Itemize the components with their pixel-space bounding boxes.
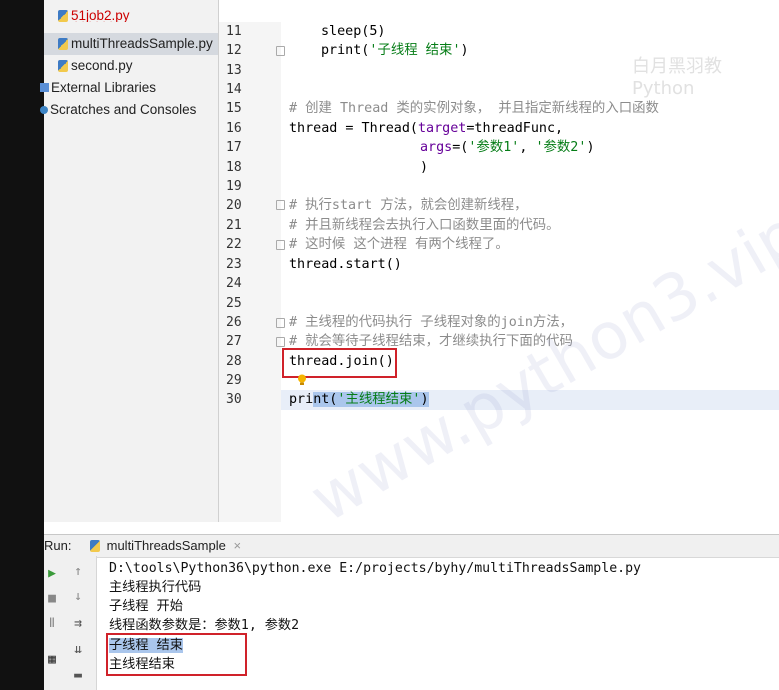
- console-line: 子线程 开始: [109, 599, 183, 614]
- fold-marker-icon[interactable]: [276, 200, 285, 210]
- tree-item-external-libraries[interactable]: External Libraries: [40, 77, 156, 99]
- line-number: 28: [226, 354, 242, 369]
- line-number: 19: [226, 179, 242, 194]
- scroll-up-icon[interactable]: ↑: [70, 564, 86, 579]
- project-tree: 51job2.py multiThreadsSample.py second.p…: [40, 0, 219, 522]
- watermark-top: 白月黑羽教Python: [632, 56, 722, 99]
- code-line-12: print('子线程 结束'): [321, 43, 469, 58]
- line-number: 18: [226, 160, 242, 175]
- run-toolbar: ▶ ↑ ■ ↓ Ⅱ ⇉ ▦ ⇊ ▬: [44, 556, 97, 690]
- line-number: 17: [226, 140, 242, 155]
- highlight-box-output: [106, 633, 247, 676]
- close-tab-icon[interactable]: ×: [233, 538, 241, 553]
- run-label: Run:: [44, 538, 72, 553]
- line-number: 30: [226, 392, 242, 407]
- line-number: 27: [226, 334, 242, 349]
- code-line-17: args=('参数1', '参数2'): [420, 140, 595, 155]
- console-line: D:\tools\Python36\python.exe E:/projects…: [109, 561, 641, 576]
- scroll-to-end-icon[interactable]: ⇊: [70, 642, 86, 657]
- code-line-18: ): [420, 160, 429, 175]
- fold-marker-icon[interactable]: [276, 337, 285, 347]
- stop-icon[interactable]: ■: [44, 591, 60, 606]
- code-line-23: thread.start(): [289, 257, 402, 272]
- code-line-21: # 并且新线程会去执行入口函数里面的代码。: [289, 218, 560, 233]
- line-number: 29: [226, 373, 242, 388]
- tree-item-51job2[interactable]: 51job2.py: [58, 10, 130, 22]
- code-line-11: sleep(5): [321, 24, 386, 39]
- python-file-icon: [90, 540, 100, 552]
- code-line-15: # 创建 Thread 类的实例对象， 并且指定新线程的入口函数: [289, 101, 659, 116]
- python-file-icon: [58, 60, 68, 72]
- line-number: 13: [226, 63, 242, 78]
- line-number: 15: [226, 101, 242, 116]
- fold-marker-icon[interactable]: [276, 240, 285, 250]
- code-line-30: print('主线程结束'): [289, 392, 429, 407]
- python-file-icon: [58, 10, 68, 22]
- code-line-26: # 主线程的代码执行 子线程对象的join方法，: [289, 315, 574, 330]
- library-icon: [40, 83, 49, 92]
- run-panel-header: Run: multiThreadsSample ×: [44, 534, 779, 558]
- scratch-icon: [40, 106, 48, 114]
- rerun-icon[interactable]: ▶: [44, 566, 60, 581]
- tree-item-scratches[interactable]: Scratches and Consoles: [40, 99, 196, 121]
- console-line: 主线程执行代码: [109, 580, 202, 595]
- line-number: 24: [226, 276, 242, 291]
- fold-marker-icon[interactable]: [276, 318, 285, 328]
- line-number: 26: [226, 315, 242, 330]
- scroll-down-icon[interactable]: ↓: [70, 589, 86, 604]
- line-number: 16: [226, 121, 242, 136]
- code-line-20: # 执行start 方法，就会创建新线程，: [289, 198, 528, 213]
- python-file-icon: [58, 38, 68, 50]
- line-number: 22: [226, 237, 242, 252]
- line-number: 12: [226, 43, 242, 58]
- pause-icon[interactable]: Ⅱ: [44, 616, 60, 631]
- line-number: 21: [226, 218, 242, 233]
- line-number: 14: [226, 82, 242, 97]
- line-number: 11: [226, 24, 242, 39]
- run-tab[interactable]: multiThreadsSample ×: [90, 538, 241, 553]
- soft-wrap-icon[interactable]: ⇉: [70, 616, 86, 631]
- code-line-22: # 这时候 这个进程 有两个线程了。: [289, 237, 509, 252]
- tree-item-multithreadssample[interactable]: multiThreadsSample.py: [44, 33, 218, 55]
- left-dark-panel: [0, 0, 44, 690]
- line-number: 25: [226, 296, 242, 311]
- lightbulb-icon[interactable]: [297, 374, 307, 386]
- line-number: 20: [226, 198, 242, 213]
- code-line-16: thread = Thread(target=threadFunc,: [289, 121, 564, 136]
- print-icon[interactable]: ▬: [70, 668, 86, 683]
- tree-item-second[interactable]: second.py: [58, 55, 133, 77]
- layout-icon[interactable]: ▦: [44, 652, 60, 667]
- line-number: 23: [226, 257, 242, 272]
- fold-marker-icon[interactable]: [276, 46, 285, 56]
